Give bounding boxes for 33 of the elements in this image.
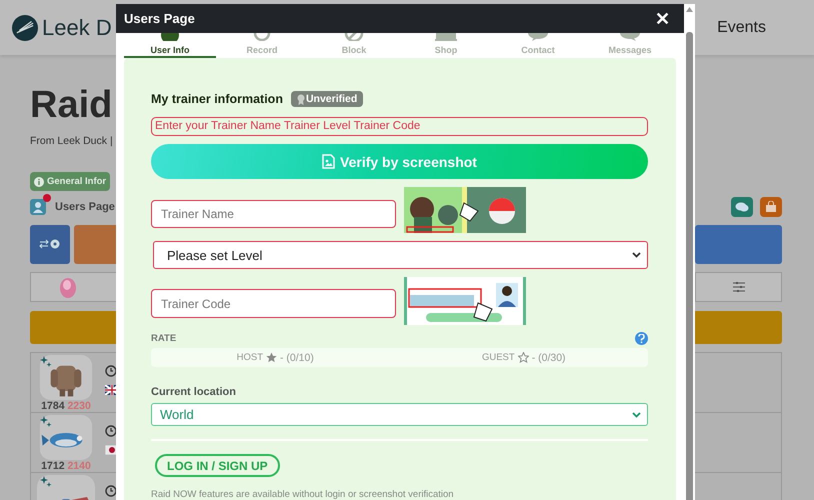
info-note: Raid NOW features are available without login or screenshot verification [151, 489, 455, 500]
host-rating: - (0/10) [280, 352, 314, 364]
tab[interactable]: Record [216, 33, 308, 58]
host-label: HOST [236, 352, 264, 363]
login-button[interactable]: LOG IN / SIGN UP [155, 454, 280, 477]
section-heading: My trainer information [151, 92, 283, 106]
info-badge[interactable]: General Infor [30, 172, 110, 191]
verify-button[interactable]: Verify by screenshot [151, 144, 648, 179]
tab[interactable]: Shop [400, 33, 492, 58]
tab[interactable]: Contact [492, 33, 584, 58]
nav-link[interactable]: Events [717, 18, 766, 36]
tab[interactable]: Messages [584, 33, 676, 58]
page-subtitle: From Leek Duck | [30, 135, 113, 147]
cp-value: 1712 [41, 460, 65, 472]
location-select[interactable]: World [151, 403, 648, 426]
trainer-code-field[interactable]: Trainer Code [151, 289, 396, 318]
close-button[interactable]: ✕ [655, 8, 670, 28]
boosted-cp-value: 2140 [67, 460, 91, 472]
users-page-link[interactable]: Users Page [55, 200, 115, 212]
level-select[interactable]: Please set Level [153, 241, 648, 269]
boosted-cp-value: 2230 [67, 400, 91, 412]
alert-message: Enter your Trainer Name Trainer Level Trainer Code [151, 117, 648, 136]
page-title: Raid [30, 83, 112, 127]
guest-rating: - (0/30) [532, 352, 566, 364]
site-logo-text: Leek D [42, 14, 112, 40]
tab[interactable]: Block [308, 33, 400, 58]
status-badge: Unverified [290, 91, 364, 107]
rate-label: RATE [151, 333, 176, 344]
guest-label: GUEST [482, 352, 515, 363]
cp-value: 1784 [41, 400, 65, 412]
location-label: Current location [151, 386, 237, 398]
modal-title: Users Page [124, 11, 195, 26]
trainer-name-field[interactable]: Trainer Name [151, 200, 396, 228]
